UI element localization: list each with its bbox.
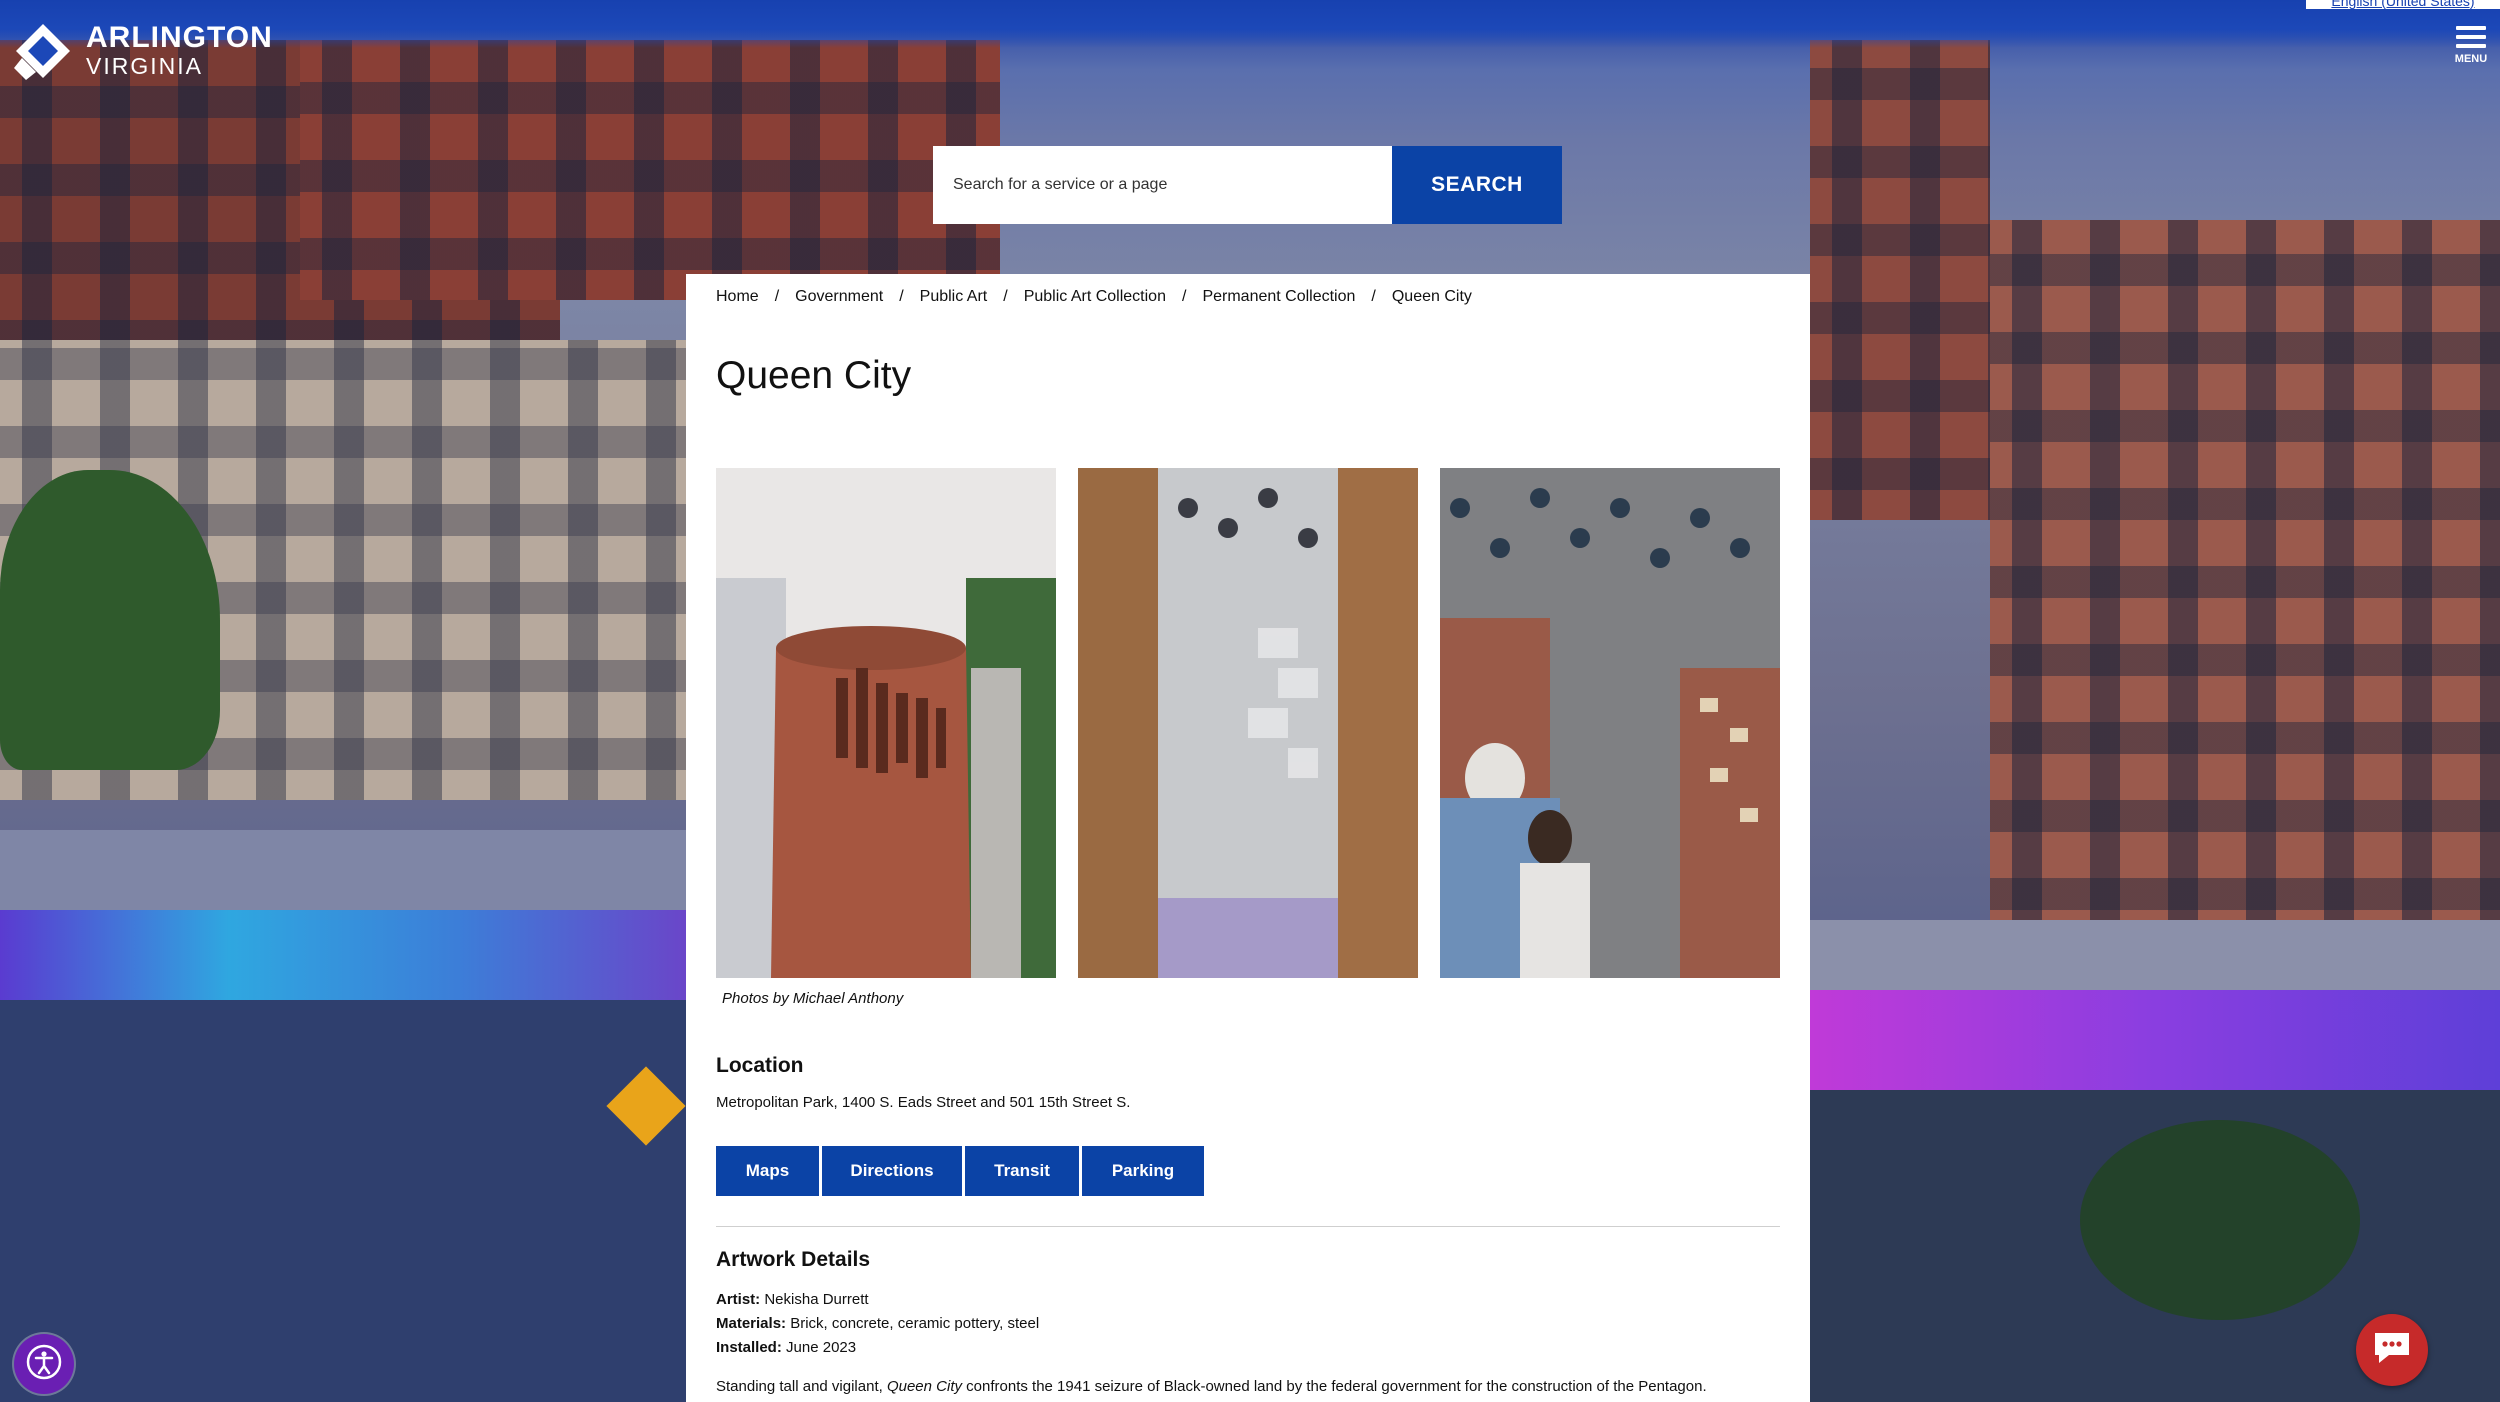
trees-left <box>0 470 220 770</box>
wood-glass-panel-photo[interactable] <box>1078 468 1418 978</box>
breadcrumb-public-art[interactable]: Public Art <box>920 288 988 306</box>
artist-row: Artist: Nekisha Durrett <box>716 1288 1039 1312</box>
search-bar: SEARCH <box>933 146 1562 224</box>
breadcrumb: Home / Government / Public Art / Public Art… <box>716 288 1472 306</box>
breadcrumb-government[interactable]: Government <box>795 288 883 306</box>
breadcrumb-separator: / <box>899 288 904 305</box>
location-address: Metropolitan Park, 1400 S. Eads Street a… <box>716 1094 1131 1111</box>
materials-value: Brick, concrete, ceramic pottery, steel <box>790 1315 1040 1332</box>
installed-row: Installed: June 2023 <box>716 1336 1039 1360</box>
visitors-looking-up-photo[interactable] <box>1440 468 1780 978</box>
chat-button[interactable] <box>2356 1314 2428 1386</box>
materials-row: Materials: Brick, concrete, ceramic pott… <box>716 1312 1039 1336</box>
breadcrumb-public-art-collection[interactable]: Public Art Collection <box>1024 288 1166 306</box>
installed-label: Installed: <box>716 1339 782 1356</box>
search-button[interactable]: SEARCH <box>1392 146 1562 224</box>
section-divider <box>716 1226 1780 1227</box>
photo-gallery <box>716 468 1780 978</box>
description-prefix: Standing tall and vigilant, <box>716 1378 883 1395</box>
main-content: Home / Government / Public Art / Public Art… <box>686 274 1810 1402</box>
logo-text: ARLINGTON VIRGINIA <box>86 21 273 80</box>
logo-line1: ARLINGTON <box>86 21 273 54</box>
arlington-logo[interactable]: ARLINGTON VIRGINIA <box>14 22 273 80</box>
artwork-description: Standing tall and vigilant, Queen City c… <box>716 1378 1707 1395</box>
chat-bubble-icon <box>2371 1329 2413 1372</box>
right-tower-windows <box>1990 220 2500 940</box>
accessibility-icon <box>25 1343 63 1386</box>
left-red-tower-windows <box>300 40 1000 300</box>
menu-button[interactable]: MENU <box>2450 26 2492 65</box>
artwork-details: Artist: Nekisha Durrett Materials: Brick… <box>716 1288 1039 1360</box>
installed-value: June 2023 <box>786 1339 857 1356</box>
artist-label: Artist: <box>716 1291 761 1308</box>
directions-button[interactable]: Directions <box>822 1146 962 1196</box>
description-suffix: confronts the 1941 seizure of Black-owne… <box>966 1378 1707 1395</box>
breadcrumb-separator: / <box>1371 288 1376 305</box>
bridge-left-glow <box>0 910 686 1000</box>
breadcrumb-separator: / <box>1181 288 1187 305</box>
breadcrumb-separator: / <box>774 288 780 305</box>
breadcrumb-separator: / <box>1003 288 1008 305</box>
location-heading: Location <box>716 1054 804 1077</box>
artwork-details-heading: Artwork Details <box>716 1248 871 1271</box>
photo-caption: Photos by Michael Anthony <box>722 990 904 1007</box>
location-buttons: Maps Directions Transit Parking <box>716 1146 1204 1196</box>
right-brick-windows <box>1810 40 1990 520</box>
brick-tower-photo[interactable] <box>716 468 1056 978</box>
transit-button[interactable]: Transit <box>965 1146 1079 1196</box>
breadcrumb-current: Queen City <box>1391 288 1472 305</box>
search-input[interactable] <box>933 146 1392 224</box>
breadcrumb-home[interactable]: Home <box>716 288 759 306</box>
artist-value: Nekisha Durrett <box>764 1291 869 1308</box>
arlington-diamond-icon <box>14 22 72 80</box>
logo-line2: VIRGINIA <box>86 53 203 79</box>
materials-label: Materials: <box>716 1315 787 1332</box>
top-bar <box>0 0 2500 48</box>
hamburger-icon <box>2450 26 2492 48</box>
bridge-right <box>1810 920 2500 990</box>
maps-button[interactable]: Maps <box>716 1146 819 1196</box>
accessibility-button[interactable] <box>14 1334 74 1394</box>
description-title: Queen City <box>886 1378 962 1395</box>
language-selector[interactable]: English (United States) <box>2306 0 2500 9</box>
breadcrumb-permanent-collection[interactable]: Permanent Collection <box>1202 288 1355 306</box>
trees-right <box>2080 1120 2360 1320</box>
left-foreground <box>0 1000 686 1402</box>
menu-label: MENU <box>2454 53 2488 65</box>
parking-button[interactable]: Parking <box>1082 1146 1204 1196</box>
page-title: Queen City <box>716 354 912 397</box>
bridge-left <box>0 830 686 910</box>
bridge-right-glow <box>1810 990 2500 1090</box>
